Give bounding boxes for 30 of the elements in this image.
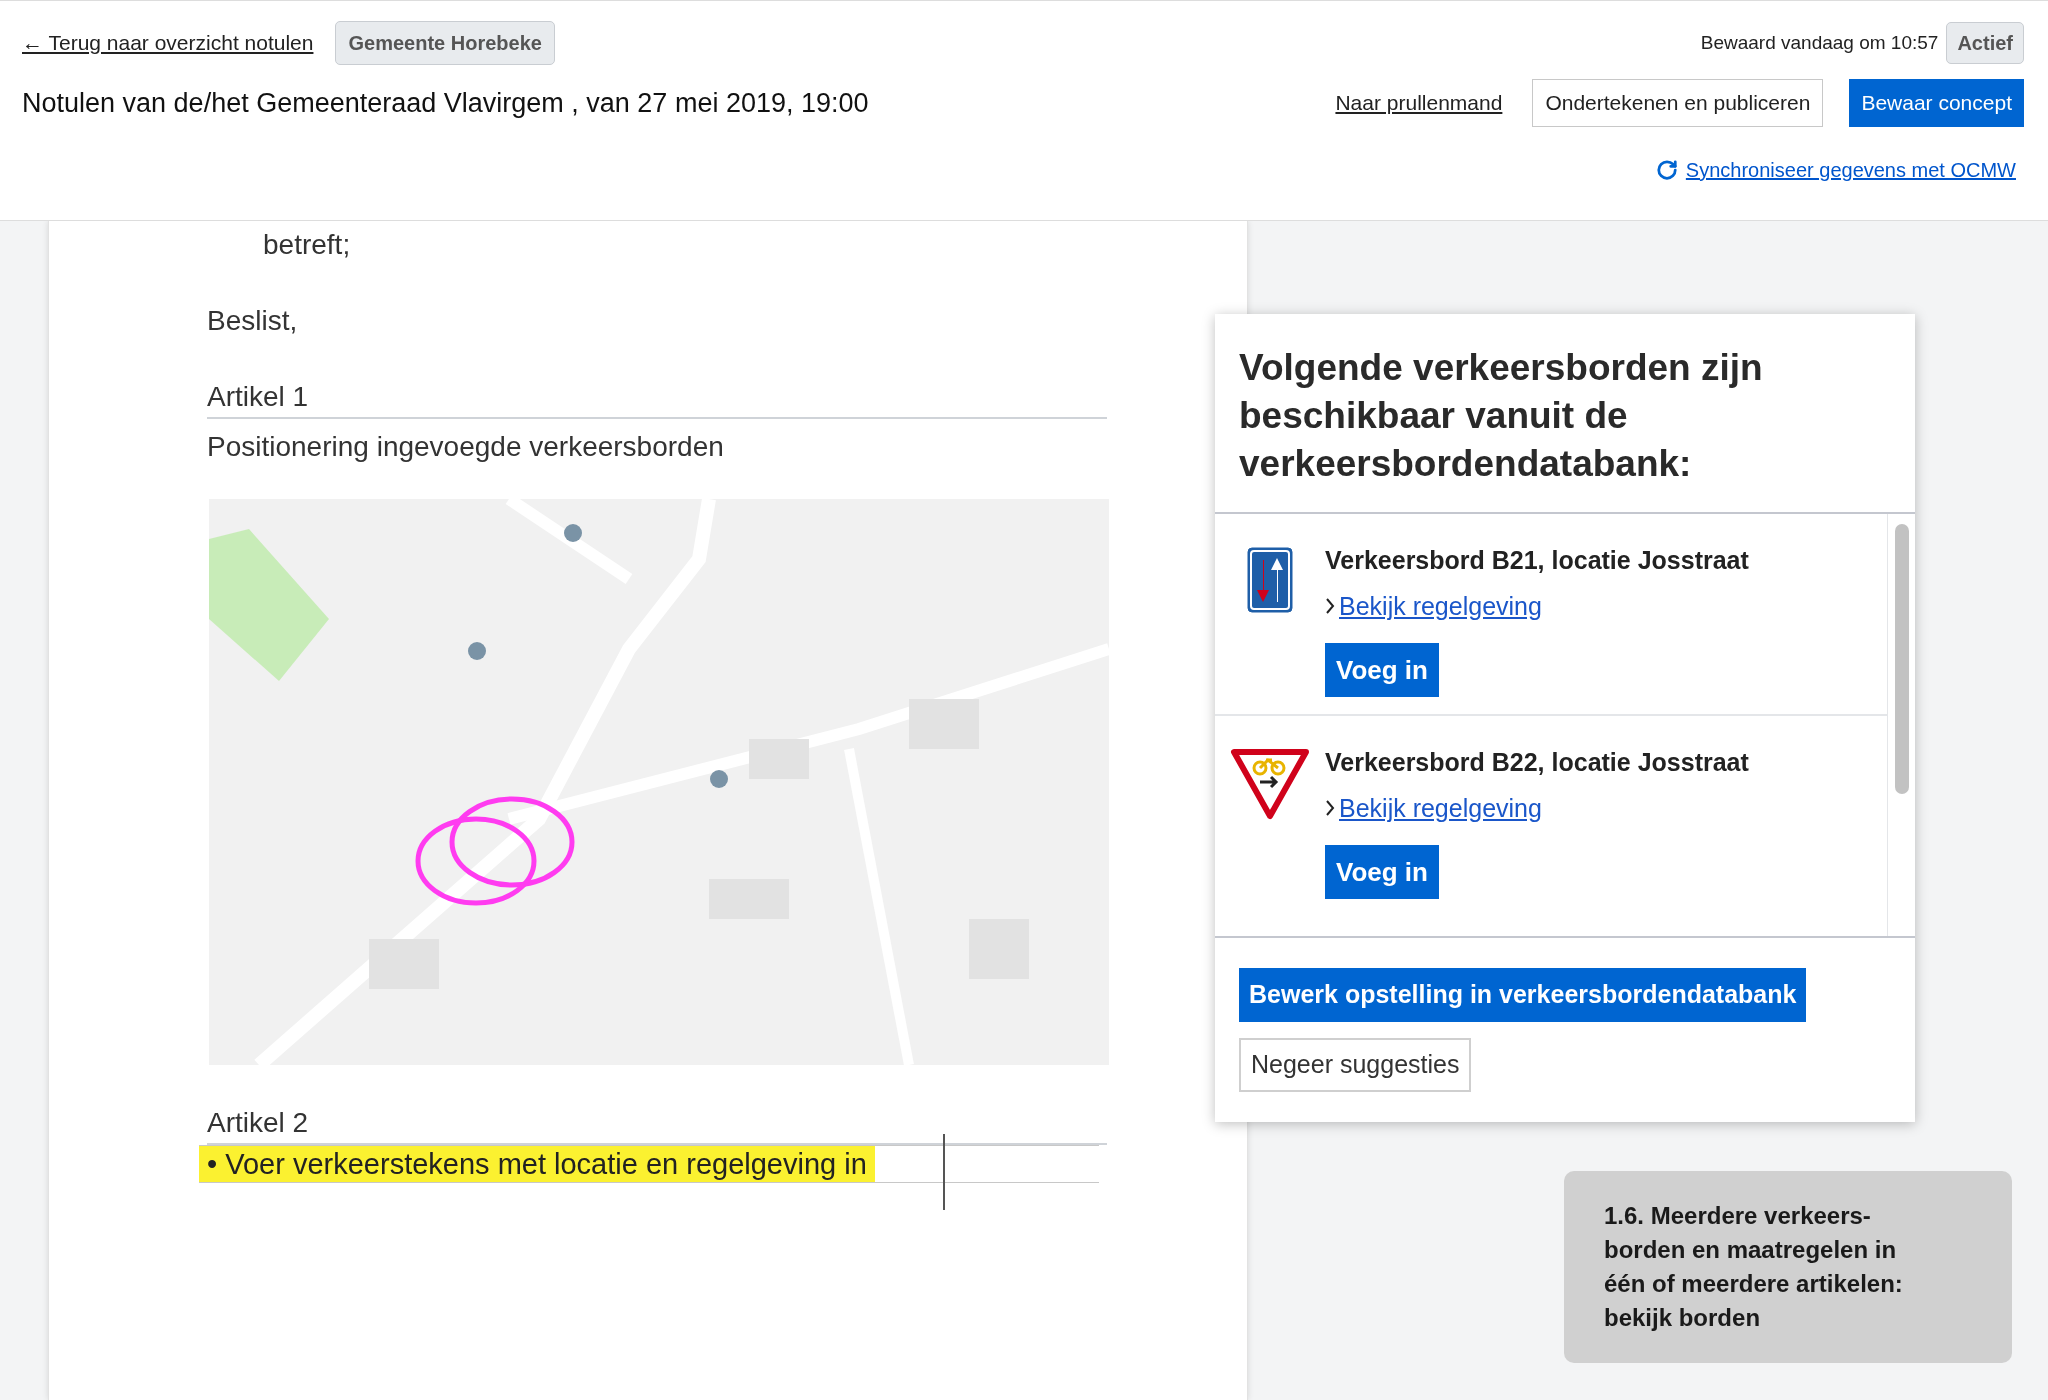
trash-link[interactable]: Naar prullenmand	[1331, 79, 1507, 127]
back-link[interactable]: ← Terug naar overzicht notulen	[22, 27, 314, 59]
save-status-text: Bewaard vandaag om 10:57	[1700, 30, 1939, 55]
two-way-traffic-sign-icon	[1246, 546, 1294, 614]
edit-arrangement-button[interactable]: Bewerk opstelling in verkeersbordendatabank	[1239, 968, 1807, 1022]
regulation-link[interactable]: Bekijk regelgeving	[1325, 587, 1542, 625]
panel-title: Volgende verkeersborden zijn beschikbaar vanuit de verkeersbordendatabank:	[1238, 346, 1764, 486]
paragraph-text: betreft;	[263, 228, 352, 262]
sign-title: Verkeersbord B22, locatie Josstraat	[1325, 747, 1749, 778]
organization-badge: Gemeente Horebeke	[335, 21, 555, 65]
save-draft-button[interactable]: Bewaar concept	[1849, 79, 2024, 127]
regulation-link[interactable]: Bekijk regelgeving	[1325, 789, 1542, 827]
paragraph-text: Beslist,	[207, 304, 299, 338]
ignore-suggestions-button[interactable]: Negeer suggesties	[1239, 1038, 1472, 1092]
insert-button[interactable]: Voeg in	[1325, 643, 1439, 697]
sync-link[interactable]: Synchroniseer gegevens met OCMW	[1655, 155, 2016, 185]
chevron-right-icon	[1325, 597, 1335, 616]
article-heading: Artikel 2	[207, 1107, 309, 1138]
help-note: 1.6. Meerdere verkeers- borden en maatregelen in één of meerdere artikelen: bekijk borden	[1564, 1171, 2012, 1363]
refresh-icon	[1655, 159, 1678, 181]
cyclist-yield-sign-icon	[1230, 748, 1310, 820]
sign-title: Verkeersbord B21, locatie Josstraat	[1325, 545, 1749, 576]
sign-publish-button[interactable]: Ondertekenen en publiceren	[1532, 79, 1824, 127]
status-badge: Actief	[1946, 22, 2024, 64]
insert-button[interactable]: Voeg in	[1325, 845, 1439, 899]
article-heading: Artikel 1	[207, 381, 309, 412]
article-title: Positionering ingevoegde verkeersborden	[207, 430, 725, 464]
page-title: Notulen van de/het Gemeenteraad Vlavirgem , van 27 mei 2019, 19:00	[22, 86, 869, 120]
chevron-right-icon	[1325, 799, 1335, 818]
highlighted-list-item: • Voer verkeerstekens met locatie en regelgeving in	[199, 1146, 875, 1182]
